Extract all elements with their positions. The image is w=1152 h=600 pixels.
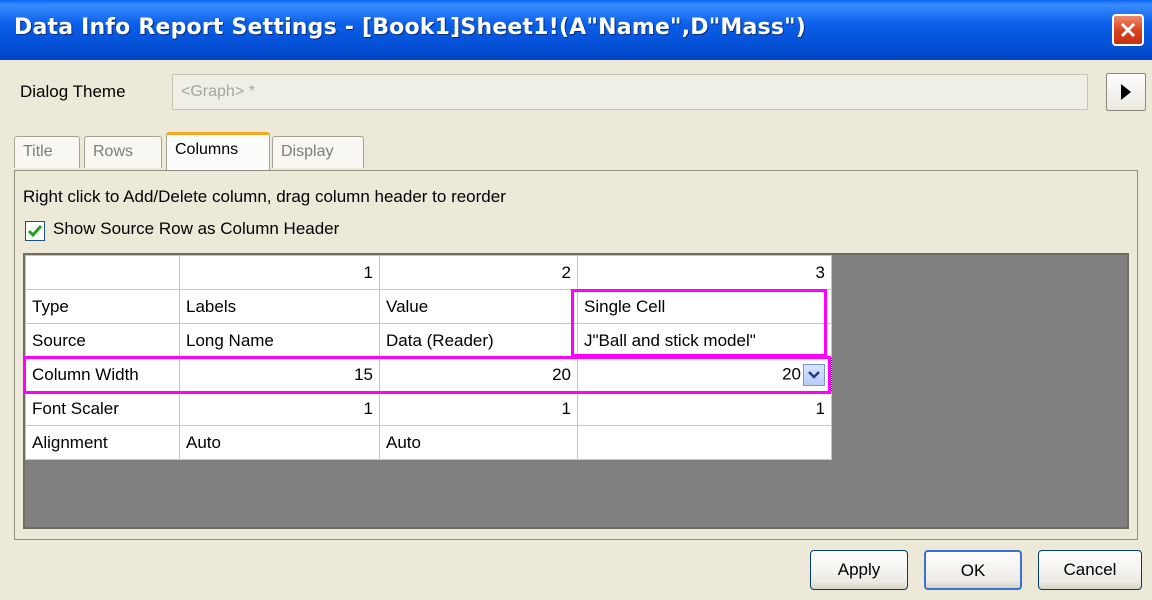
grid-header-row: 1 2 3	[25, 255, 832, 290]
grid-row-column-width: Column Width 15 20 20	[25, 357, 832, 392]
grid-cell[interactable]: 1	[577, 391, 832, 426]
tab-columns[interactable]: Columns	[166, 132, 270, 170]
cell-value: 20	[782, 363, 801, 383]
grid-corner-cell	[25, 255, 180, 290]
apply-button[interactable]: Apply	[810, 550, 908, 590]
row-label: Alignment	[25, 425, 180, 460]
columns-panel: Right click to Add/Delete column, drag c…	[14, 170, 1138, 540]
title-bar[interactable]: Data Info Report Settings - [Book1]Sheet…	[0, 0, 1152, 60]
row-label: Column Width	[25, 357, 180, 392]
arrow-right-icon	[1121, 84, 1131, 100]
chevron-down-icon	[808, 370, 820, 379]
column-header[interactable]: 2	[379, 255, 578, 290]
grid-cell[interactable]: Long Name	[179, 323, 380, 358]
row-label: Type	[25, 289, 180, 324]
close-button[interactable]	[1112, 14, 1144, 46]
cancel-button[interactable]: Cancel	[1038, 550, 1142, 590]
tab-title[interactable]: Title	[14, 136, 80, 168]
row-label: Font Scaler	[25, 391, 180, 426]
grid-row-type: Type Labels Value Single Cell	[25, 289, 832, 324]
grid-cell[interactable]: 1	[179, 391, 380, 426]
grid-cell[interactable]: J"Ball and stick model"	[577, 323, 832, 358]
ok-button[interactable]: OK	[924, 550, 1022, 590]
grid-cell[interactable]: Labels	[179, 289, 380, 324]
show-source-row-checkbox[interactable]	[25, 221, 45, 241]
grid-cell[interactable]: 1	[379, 391, 578, 426]
tab-rows[interactable]: Rows	[84, 136, 162, 168]
grid-row-source: Source Long Name Data (Reader) J"Ball an…	[25, 323, 832, 358]
grid-row-font-scaler: Font Scaler 1 1 1	[25, 391, 832, 426]
grid-cell[interactable]: Auto	[379, 425, 578, 460]
column-header[interactable]: 1	[179, 255, 380, 290]
grid-row-alignment: Alignment Auto Auto	[25, 425, 832, 460]
grid-cell[interactable]: Data (Reader)	[379, 323, 578, 358]
dropdown-button[interactable]	[803, 363, 825, 386]
show-source-row-label: Show Source Row as Column Header	[53, 219, 340, 238]
grid-cell[interactable]: Value	[379, 289, 578, 324]
dialog-theme-label: Dialog Theme	[20, 82, 126, 101]
grid-cell[interactable]: Auto	[179, 425, 380, 460]
window-title: Data Info Report Settings - [Book1]Sheet…	[14, 15, 807, 40]
hint-text: Right click to Add/Delete column, drag c…	[23, 187, 506, 206]
column-header[interactable]: 3	[577, 255, 832, 290]
row-label: Source	[25, 323, 180, 358]
theme-menu-button[interactable]	[1106, 73, 1146, 111]
dialog-window: Data Info Report Settings - [Book1]Sheet…	[0, 0, 1152, 600]
settings-grid: 1 2 3 Type Labels Value Single Cell Sour…	[25, 255, 832, 460]
grid-cell[interactable]: Single Cell	[577, 289, 832, 324]
grid-cell[interactable]: 15	[179, 357, 380, 392]
grid-cell[interactable]: 20	[379, 357, 578, 392]
settings-grid-area: 1 2 3 Type Labels Value Single Cell Sour…	[23, 253, 1129, 529]
tab-display[interactable]: Display	[272, 136, 364, 168]
grid-cell[interactable]	[577, 425, 832, 460]
checkmark-icon	[28, 225, 42, 238]
close-icon	[1120, 22, 1136, 38]
dialog-theme-field[interactable]: <Graph> *	[172, 74, 1088, 110]
grid-cell-editing[interactable]: 20	[577, 357, 832, 392]
